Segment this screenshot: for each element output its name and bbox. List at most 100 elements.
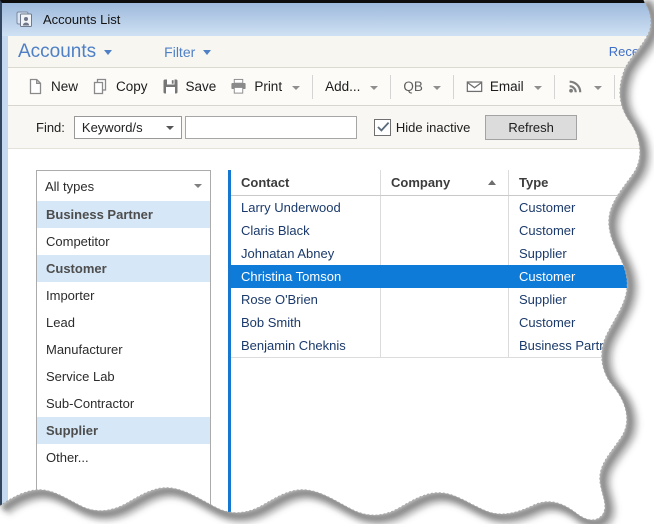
sidebar-item-label: Sub-Contractor [46,396,134,411]
hide-inactive-label[interactable]: Hide inactive [396,120,470,135]
sidebar-item-other[interactable]: Other... [37,444,210,471]
column-header-contact[interactable]: Contact [231,170,381,195]
toolbar-separator [453,75,454,99]
cell-contact: Bob Smith [231,311,381,334]
cell-contact: Larry Underwood [231,196,381,219]
sidebar-item-lead[interactable]: Lead [37,309,210,336]
accounts-table: ContactCompanyType Larry UnderwoodCustom… [228,170,654,515]
column-header-label: Type [519,175,548,190]
new-button[interactable]: New [20,74,85,99]
print-button[interactable]: Print [223,74,307,99]
qb-button[interactable]: QB [396,75,448,98]
chevron-down-icon [594,86,602,90]
sidebar-item-supplier[interactable]: Supplier [37,417,210,444]
copy-button[interactable]: Copy [85,74,155,99]
window-title: Accounts List [43,12,120,27]
menubar: Accounts Filter Recent [8,36,654,68]
table-row[interactable]: Larry UnderwoodCustomer [231,196,654,219]
table-row[interactable]: Rose O'BrienSupplier [231,288,654,311]
type-filter-dropdown[interactable]: All types [37,171,210,201]
cell-contact: Christina Tomson [231,265,381,288]
table-row[interactable]: Bob Smith Customer [231,311,654,334]
chevron-down-icon [166,126,174,130]
keyword-selector[interactable]: Keyword/s [74,116,182,139]
cell-company [381,311,509,334]
chevron-down-icon [534,86,542,90]
titlebar: Accounts List [2,3,654,36]
add-button[interactable]: Add... [318,75,385,98]
save-button[interactable]: Save [155,74,224,99]
account-type-listbox: All types Business Partner Competitor Cust… [36,170,211,518]
email-icon [466,78,483,95]
sidebar-item-label: Manufacturer [46,342,123,357]
toolbar-separator [312,75,313,99]
toolbar-button-label: QB [403,79,423,94]
contact-card-icon [16,11,35,28]
sidebar-item-business-partner[interactable]: Business Partner [37,201,210,228]
svg-text:A: A [627,81,635,93]
table-row[interactable]: Christina Tomson Customer [231,265,654,288]
column-header-company[interactable]: Company [381,170,509,195]
findbar: Find: Keyword/s Hide inactive Refresh [8,106,654,149]
accounts-menu-label: Accounts [18,41,96,63]
cell-type: Customer [509,311,654,334]
sidebar-item-sub-contractor[interactable]: Sub-Contractor [37,390,210,417]
accounts-menu[interactable]: Accounts [18,41,112,63]
sidebar-item-customer[interactable]: Customer [37,255,210,282]
toolbar-button-label: Save [186,79,217,94]
toolbar-button-label: Print [254,79,282,94]
toolbar-button-label: Email [490,79,524,94]
cell-company [381,288,509,311]
sidebar-item-label: Competitor [46,234,110,249]
type-filter-value: All types [45,179,94,194]
email-button[interactable]: Email [459,74,549,99]
rss-button[interactable] [560,74,609,99]
sidebar-item-label: Supplier [46,423,98,438]
sidebar-item-importer[interactable]: Importer [37,282,210,309]
sidebar-item-label: Business Partner [46,207,153,222]
new-page-icon [27,78,44,95]
sidebar-item-label: Lead [46,315,75,330]
spellcheck-icon: A [627,78,644,95]
cell-company [381,219,509,242]
cell-type: Supplier [509,242,654,265]
cell-company [381,334,509,357]
chevron-down-icon [104,50,112,55]
sidebar-item-label: Service Lab [46,369,115,384]
toolbar-button-label: Add... [325,79,360,94]
cell-company [381,242,509,265]
sidebar-item-manufacturer[interactable]: Manufacturer [37,336,210,363]
cell-type: Customer [509,265,654,288]
toolbar-separator [554,75,555,99]
search-input[interactable] [185,116,357,139]
cell-company [381,265,509,288]
find-label: Find: [36,120,65,135]
cell-type: Customer [509,219,654,242]
sidebar-item-competitor[interactable]: Competitor [37,228,210,255]
hide-inactive-checkbox[interactable] [374,119,391,136]
sidebar-item-service-lab[interactable]: Service Lab [37,363,210,390]
cell-contact: Claris Black [231,219,381,242]
column-header-label: Contact [241,175,289,190]
chevron-down-icon [194,184,202,188]
column-header-type[interactable]: Type [509,170,654,195]
chevron-down-icon [433,86,441,90]
spellcheck-button[interactable]: A [620,74,651,99]
filter-menu[interactable]: Filter [164,44,211,60]
chevron-down-icon [292,86,300,90]
cell-contact: Johnatan Abney [231,242,381,265]
toolbar-button-label: Copy [116,79,148,94]
recent-link[interactable]: Recent [609,44,650,59]
cell-type: Business Partner [509,334,654,357]
filter-menu-label: Filter [164,44,195,60]
table-row[interactable]: Claris Black Customer [231,219,654,242]
toolbar-button-label: New [51,79,78,94]
toolbar: New Copy Save Print Add... QB Email A [8,68,654,106]
table-row[interactable]: Johnatan Abney Supplier [231,242,654,265]
refresh-button[interactable]: Refresh [485,115,577,140]
cell-type: Supplier [509,288,654,311]
sort-ascending-icon [488,180,496,185]
table-body: Larry UnderwoodCustomerClaris BlackCusto… [231,196,654,358]
cell-contact: Benjamin Cheknis [231,334,381,357]
table-row[interactable]: Benjamin Cheknis Business Partner [231,334,654,357]
